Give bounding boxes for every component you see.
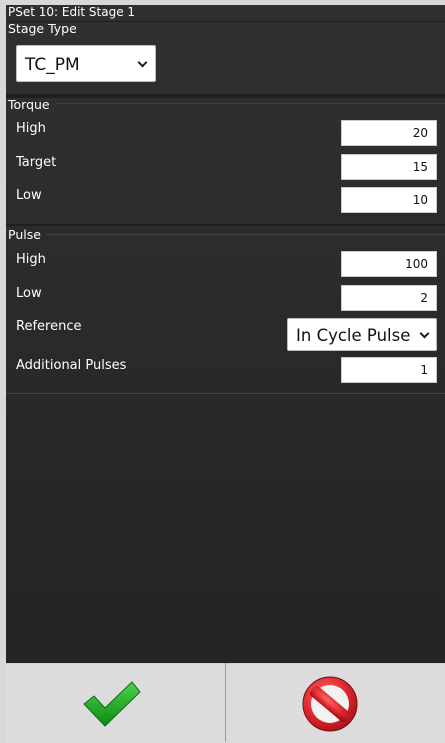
stage-type-value: TC_PM [25,55,80,75]
pulse-low-label: Low [16,286,42,301]
torque-high-label: High [16,121,46,136]
section-rule [46,234,445,235]
pulse-low-input[interactable]: 2 [341,285,437,311]
torque-low-input[interactable]: 10 [341,187,437,213]
torque-target-input[interactable]: 15 [341,154,437,180]
pulse-reference-value: In Cycle Pulse [296,326,411,345]
action-bar [6,663,445,743]
stage-type-select[interactable]: TC_PM [16,45,156,82]
edit-stage-panel: PSet 10: Edit Stage 1 Stage Type TC_PM T… [6,5,445,663]
pulse-reference-label: Reference [16,319,82,334]
confirm-button[interactable] [6,663,225,743]
additional-pulses-input[interactable]: 1 [341,357,437,383]
pulse-high-input[interactable]: 100 [341,251,437,277]
stage-type-label: Stage Type [8,21,77,36]
cancel-button[interactable] [226,663,445,743]
pulse-section-label: Pulse [8,227,41,242]
torque-section-label: Torque [8,97,50,112]
chevron-down-icon [137,57,148,68]
section-rule [56,103,445,104]
additional-pulses-label: Additional Pulses [16,358,127,373]
section-divider [6,94,445,98]
section-divider [6,224,445,226]
torque-target-label: Target [16,155,57,170]
window-title: PSet 10: Edit Stage 1 [8,5,136,19]
section-rule [6,393,445,394]
torque-low-label: Low [16,188,42,203]
pulse-reference-select[interactable]: In Cycle Pulse [287,318,437,351]
torque-high-input[interactable]: 20 [341,120,437,146]
pulse-high-label: High [16,252,46,267]
no-entry-icon [302,676,358,732]
check-icon [83,681,141,727]
